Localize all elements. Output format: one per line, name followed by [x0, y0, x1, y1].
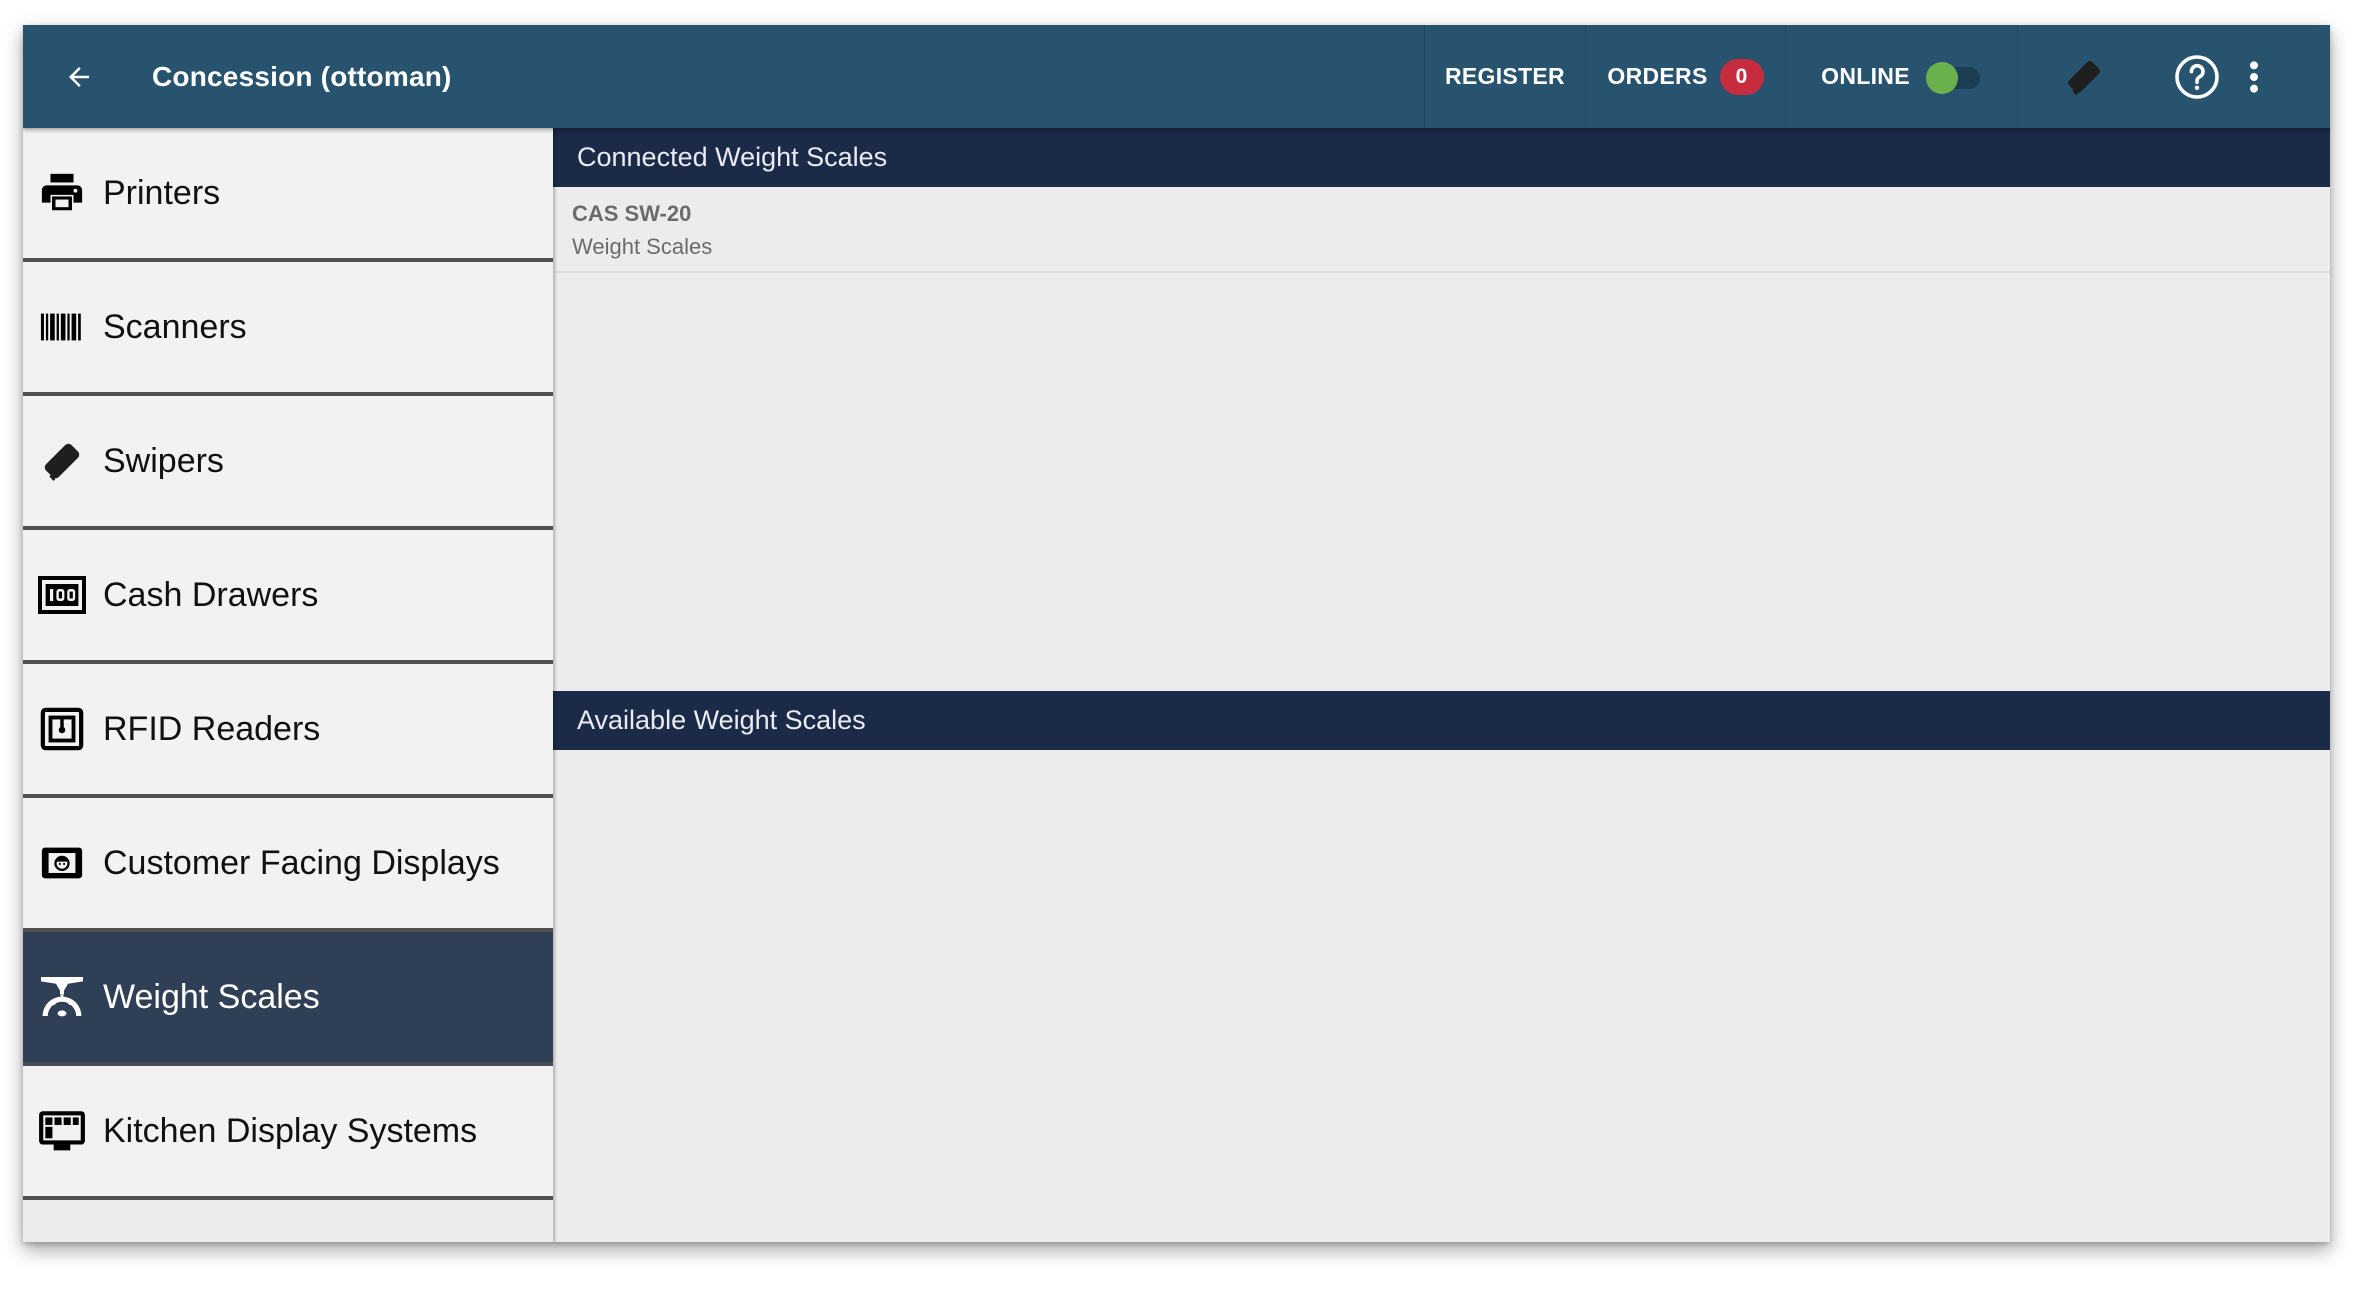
connected-devices-list: CAS SW-20 Weight Scales	[553, 187, 2330, 691]
sidebar-item-label: Customer Facing Displays	[103, 843, 500, 882]
sidebar-item-label: RFID Readers	[103, 709, 321, 748]
online-toggle[interactable]	[1925, 61, 1982, 94]
orders-button[interactable]: ORDERS 0	[1585, 25, 1785, 128]
sidebar-item-weight-scales[interactable]: Weight Scales	[23, 932, 553, 1066]
back-button[interactable]	[57, 55, 101, 99]
orders-label: ORDERS	[1607, 63, 1708, 89]
sidebar-item-label: Kitchen Display Systems	[103, 1111, 478, 1150]
kitchen-display-icon	[37, 1106, 87, 1156]
help-circle-icon	[2175, 54, 2219, 99]
device-list-item[interactable]: CAS SW-20 Weight Scales	[553, 187, 2330, 273]
arrow-left-icon	[69, 67, 89, 87]
sidebar-item-label: Weight Scales	[103, 977, 320, 1016]
register-label: REGISTER	[1445, 63, 1565, 89]
online-label: ONLINE	[1821, 63, 1910, 89]
online-toggle-group: ONLINE	[1785, 25, 2017, 128]
sidebar-item-rfid-readers[interactable]: RFID Readers	[23, 664, 553, 798]
device-type: Weight Scales	[572, 234, 713, 259]
help-button[interactable]	[2150, 25, 2244, 128]
app-window: Concession (ottoman) REGISTER ORDERS 0 O…	[23, 25, 2330, 1242]
device-content-panel: Connected Weight Scales CAS SW-20 Weight…	[553, 128, 2330, 1242]
cash-drawer-icon	[37, 570, 87, 620]
connected-section-header: Connected Weight Scales	[553, 128, 2330, 187]
more-vert-icon	[2250, 60, 2258, 93]
swiper-status-button[interactable]	[2017, 25, 2150, 128]
device-name: CAS SW-20	[572, 201, 692, 226]
toggle-thumb	[1925, 61, 1958, 94]
sidebar-item-scanners[interactable]: Scanners	[23, 262, 553, 396]
sidebar-item-printers[interactable]: Printers	[23, 128, 553, 262]
sidebar-item-label: Cash Drawers	[103, 575, 319, 614]
card-swiper-icon	[2068, 60, 2100, 95]
sidebar-item-label: Swipers	[103, 441, 224, 480]
app-bar: Concession (ottoman) REGISTER ORDERS 0 O…	[23, 25, 2330, 128]
weight-scale-icon	[37, 972, 87, 1022]
sidebar-item-swipers[interactable]: Swipers	[23, 396, 553, 530]
available-section-header: Available Weight Scales	[553, 691, 2330, 750]
rfid-icon	[37, 704, 87, 754]
customer-display-icon	[37, 838, 87, 888]
register-button[interactable]: REGISTER	[1424, 25, 1585, 128]
printer-icon	[37, 168, 87, 218]
sidebar-item-kitchen-display-systems[interactable]: Kitchen Display Systems	[23, 1066, 553, 1200]
app-bar-actions: REGISTER ORDERS 0 ONLINE	[1424, 25, 2330, 128]
barcode-icon	[37, 302, 87, 352]
page-title: Concession (ottoman)	[152, 61, 452, 92]
device-category-sidebar: Printers Scanners Swipers Cash Drawers R…	[23, 128, 553, 1242]
sidebar-item-label: Scanners	[103, 307, 247, 346]
sidebar-item-customer-facing-displays[interactable]: Customer Facing Displays	[23, 798, 553, 932]
sidebar-item-cash-drawers[interactable]: Cash Drawers	[23, 530, 553, 664]
more-options-button[interactable]	[2244, 25, 2330, 128]
orders-count-badge: 0	[1719, 58, 1764, 95]
card-swiper-icon	[37, 436, 87, 486]
sidebar-item-label: Printers	[103, 173, 221, 212]
